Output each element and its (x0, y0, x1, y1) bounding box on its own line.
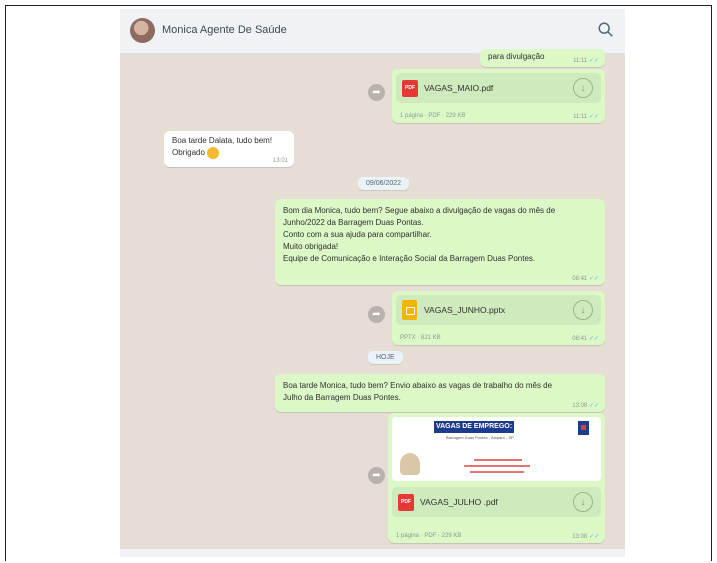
date-separator: 09/06/2022 (358, 177, 410, 190)
document-meta: PPTX · 821 KB (400, 335, 441, 341)
read-receipt-icon: ✓✓ (588, 336, 599, 342)
chat-header[interactable]: Monica Agente De Saúde (120, 9, 625, 54)
forward-icon[interactable]: ➦ (368, 306, 385, 323)
document-meta: 1 página · PDF · 229 KB (400, 113, 466, 119)
read-receipt-icon: ✓✓ (588, 58, 599, 64)
document-filename: VAGAS_MAIO.pdf (424, 83, 494, 93)
forward-icon[interactable]: ➦ (368, 84, 385, 101)
message-composer[interactable] (120, 549, 625, 557)
message-time: 11:11 ✓✓ (573, 114, 599, 120)
download-icon[interactable]: ↓ (573, 78, 593, 98)
preview-subtitle: Barragem Duas Pontes - Amparo - SP (446, 435, 514, 440)
pptx-file-icon (402, 300, 417, 320)
preview-title: VAGAS DE EMPREGO: (434, 421, 514, 433)
emoji-icon (207, 147, 220, 159)
preview-text-line (464, 465, 530, 467)
pdf-file-icon: PDF (398, 494, 414, 511)
preview-text-line (474, 459, 522, 461)
message-text: Boa tarde Dalata, tudo bem! Obrigado (172, 136, 273, 159)
contact-name[interactable]: Monica Agente De Saúde (162, 24, 287, 36)
document-meta: 1 página · PDF · 229 KB (396, 533, 462, 539)
download-icon[interactable]: ↓ (573, 300, 593, 320)
read-receipt-icon: ✓✓ (588, 403, 599, 409)
document-attachment[interactable]: PDF VAGAS_JULHO .pdf ↓ (392, 487, 601, 517)
document-attachment[interactable]: PDF VAGAS_MAIO.pdf ↓ (396, 73, 601, 103)
contact-avatar[interactable] (130, 18, 155, 43)
document-filename: VAGAS_JUNHO.pptx (424, 305, 506, 315)
company-logo (578, 421, 589, 435)
message-time: 13:08 ✓✓ (572, 534, 599, 540)
message-time: 13:08 ✓✓ (572, 403, 599, 409)
message-text: para divulgação (488, 52, 545, 61)
pdf-file-icon: PDF (402, 80, 418, 97)
document-filename: VAGAS_JULHO .pdf (420, 497, 498, 507)
worker-illustration (400, 453, 420, 475)
document-message[interactable]: PDF VAGAS_MAIO.pdf ↓ 1 página · PDF · 22… (392, 69, 605, 123)
document-attachment[interactable]: VAGAS_JUNHO.pptx ↓ (396, 295, 601, 325)
search-icon[interactable] (597, 21, 615, 39)
message-outgoing[interactable]: para divulgação 11:11 ✓✓ (480, 49, 605, 67)
message-time: 08:41 ✓✓ (572, 336, 599, 342)
document-message[interactable]: VAGAS DE EMPREGO: Barragem Duas Pontes -… (388, 413, 605, 543)
date-separator: HOJE (368, 351, 403, 364)
document-preview[interactable]: VAGAS DE EMPREGO: Barragem Duas Pontes -… (392, 417, 601, 481)
read-receipt-icon: ✓✓ (588, 276, 599, 282)
read-receipt-icon: ✓✓ (588, 534, 599, 540)
message-time: 13:01 (272, 158, 288, 164)
preview-text-line (470, 471, 524, 473)
message-time: 11:11 ✓✓ (573, 58, 599, 64)
message-text: Boa tarde Monica, tudo bem? Envio abaixo… (283, 381, 553, 402)
message-outgoing[interactable]: Bom dia Monica, tudo bem? Segue abaixo a… (275, 199, 605, 285)
message-text: Bom dia Monica, tudo bem? Segue abaixo a… (283, 206, 556, 263)
document-message[interactable]: VAGAS_JUNHO.pptx ↓ PPTX · 821 KB 08:41 ✓… (392, 291, 605, 345)
forward-icon[interactable]: ➦ (368, 467, 385, 484)
download-icon[interactable]: ↓ (573, 492, 593, 512)
chat-window: Monica Agente De Saúde para divulgação 1… (120, 9, 625, 557)
message-time: 08:41 ✓✓ (572, 276, 599, 282)
message-outgoing[interactable]: Boa tarde Monica, tudo bem? Envio abaixo… (275, 374, 605, 412)
read-receipt-icon: ✓✓ (588, 114, 599, 120)
message-incoming[interactable]: Boa tarde Dalata, tudo bem! Obrigado 13:… (164, 131, 294, 167)
